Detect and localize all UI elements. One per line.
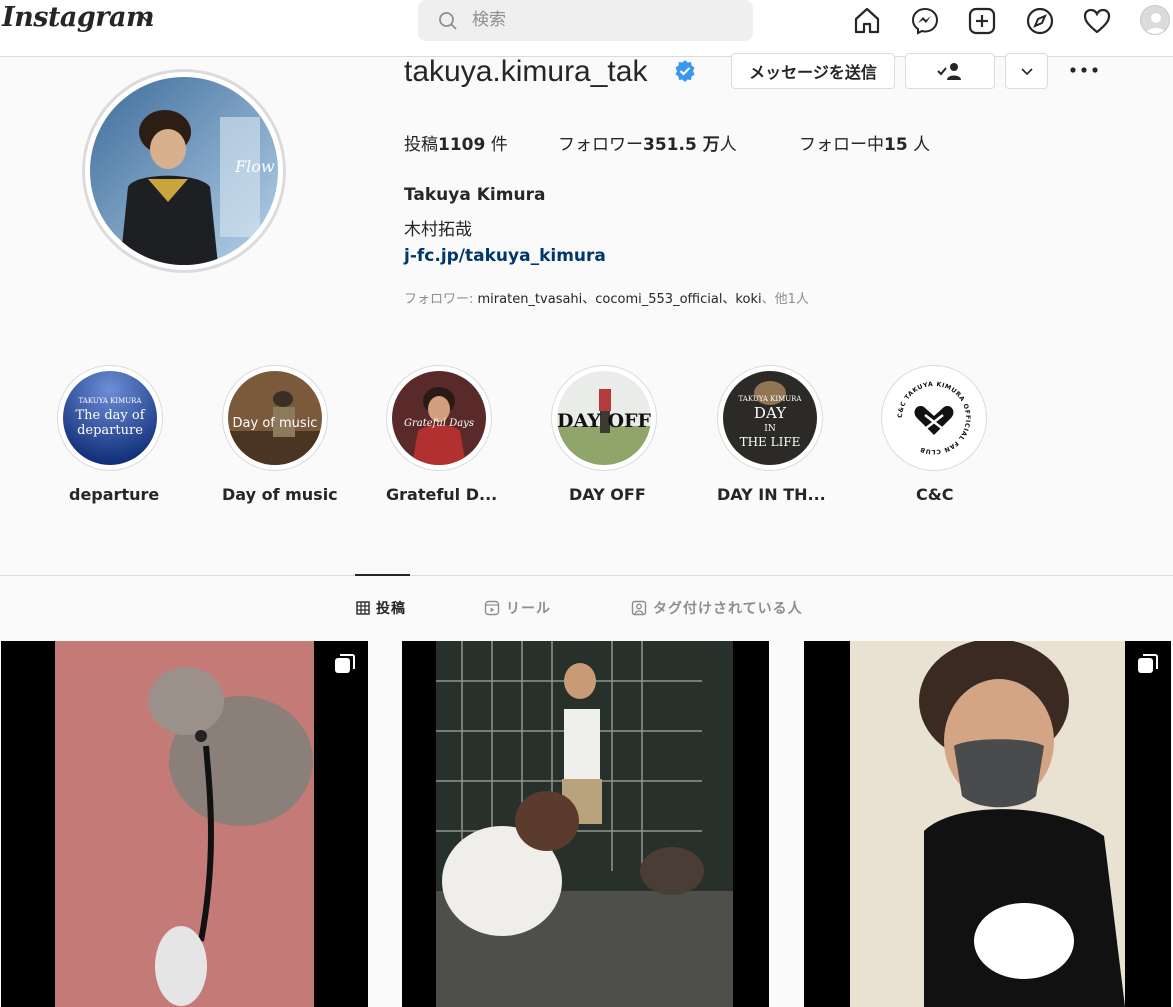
profile-link[interactable]: j-fc.jp/takuya_kimura <box>404 246 606 266</box>
profile-full-name: Takuya Kimura <box>404 185 546 205</box>
new-post-icon[interactable] <box>966 5 998 37</box>
svg-text:Flow: Flow <box>234 157 275 176</box>
highlight-cover-text: Grateful Days <box>404 418 474 429</box>
tagged-icon <box>631 600 647 616</box>
highlight-cover: Grateful Days <box>392 371 486 465</box>
highlight-cover-text: IN <box>764 424 776 434</box>
grid-icon <box>356 601 370 615</box>
profile-avatar-small[interactable] <box>1140 5 1170 35</box>
highlight-cover-text: DAY OFF <box>557 410 651 432</box>
profile-bio: 木村拓哉 <box>404 220 472 240</box>
highlight-cover: C&C TAKUYA KIMURA OFFICIAL FAN CLUB <box>887 371 981 465</box>
highlight-cover: DAY OFF <box>557 371 651 465</box>
highlight-cover-text: DAY <box>754 404 787 422</box>
tab-active-indicator <box>355 574 410 576</box>
posts-count: 投稿1109 件 <box>404 135 508 155</box>
more-options-icon[interactable] <box>1068 60 1100 80</box>
followers-count[interactable]: フォロワー351.5 万人 <box>558 130 737 155</box>
highlight-cover: Day of music <box>228 371 322 465</box>
chevron-down-icon[interactable] <box>139 10 155 26</box>
highlight-label: Grateful D... <box>386 485 498 504</box>
highlight-label: DAY IN TH... <box>717 485 826 504</box>
post-thumbnail[interactable] <box>1 641 368 1007</box>
instagram-logo[interactable]: Instagram <box>2 2 155 33</box>
chevron-down-icon <box>1020 68 1033 76</box>
message-button[interactable]: メッセージを送信 <box>731 53 895 89</box>
explore-icon[interactable] <box>1024 5 1056 37</box>
multiple-posts-icon <box>335 654 355 673</box>
highlight-cover-text: The day of <box>75 408 145 423</box>
post-thumbnail[interactable] <box>804 641 1171 1007</box>
highlight-cover-text: THE LIFE <box>740 435 801 449</box>
tab-reels[interactable]: リール <box>484 598 551 618</box>
highlight-label: Day of music <box>222 485 338 504</box>
highlight-cover-text: departure <box>77 423 143 438</box>
search-input[interactable] <box>472 7 732 33</box>
highlight-label: departure <box>69 485 160 504</box>
tabs-divider <box>0 575 1173 576</box>
messenger-icon[interactable] <box>909 5 941 37</box>
highlight-label: DAY OFF <box>569 485 646 504</box>
person-check-icon <box>937 63 961 80</box>
multiple-posts-icon <box>1138 654 1158 673</box>
highlight-cover-text: Day of music <box>233 416 318 431</box>
highlight-cover: TAKUYA KIMURA The day of departure <box>63 371 157 465</box>
following-button[interactable] <box>905 53 995 89</box>
heart-icon[interactable] <box>1081 5 1113 37</box>
followed-by[interactable]: フォロワー: miraten_tvasahi、cocomi_553_offici… <box>404 288 809 307</box>
highlight-cover-text: TAKUYA KIMURA <box>79 397 143 405</box>
verified-badge-icon <box>675 60 695 82</box>
home-icon[interactable] <box>851 5 883 37</box>
profile-username: takuya.kimura_tak <box>404 55 648 88</box>
profile-avatar[interactable]: Flow <box>90 77 278 265</box>
highlight-cover: TAKUYA KIMURA DAY IN THE LIFE <box>723 371 817 465</box>
top-nav: Instagram <box>0 0 1173 57</box>
tab-tagged[interactable]: タグ付けされている人 <box>631 598 803 618</box>
following-count[interactable]: フォロー中15 人 <box>799 130 930 155</box>
post-thumbnail[interactable] <box>402 641 769 1007</box>
suggested-dropdown-button[interactable] <box>1005 53 1048 89</box>
search-icon <box>439 12 457 30</box>
reels-icon <box>484 600 500 616</box>
highlight-label: C&C <box>916 485 954 504</box>
tab-posts[interactable]: 投稿 <box>356 598 406 618</box>
highlight-cover-text: TAKUYA KIMURA <box>739 395 803 403</box>
search-box[interactable] <box>418 0 753 41</box>
